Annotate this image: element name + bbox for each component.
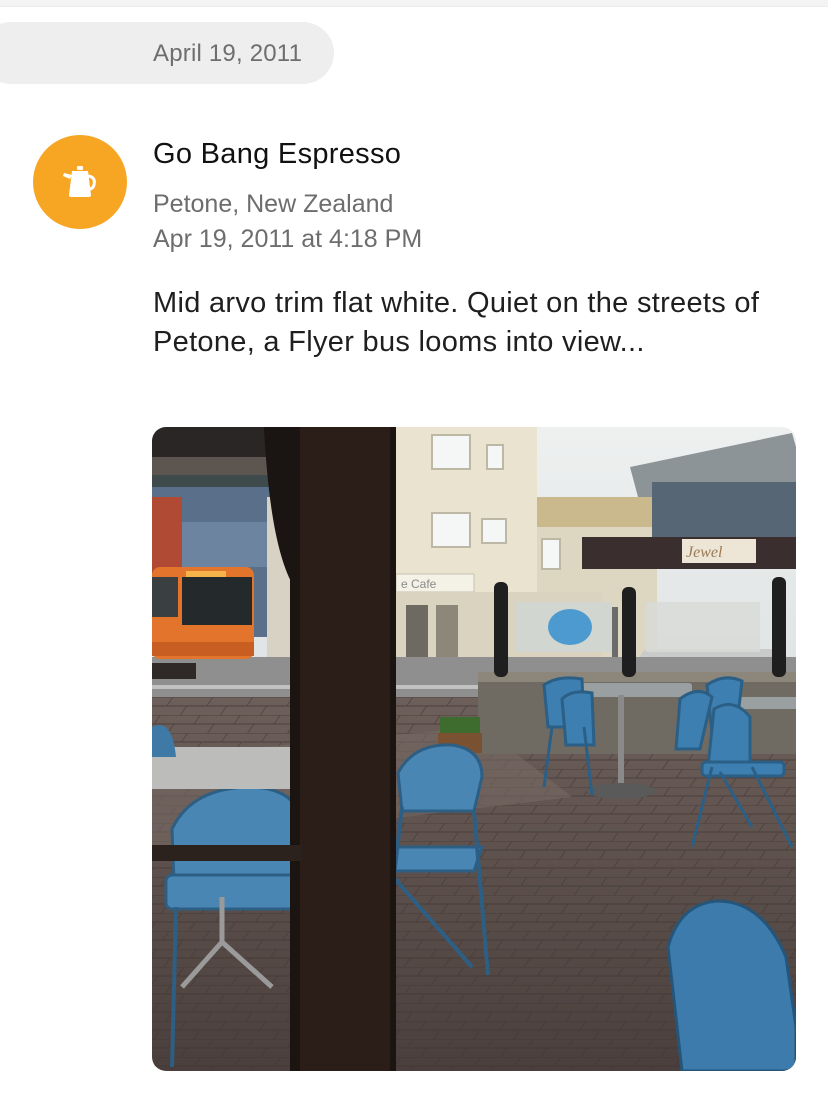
coffee-pot-icon (63, 166, 96, 197)
date-header: April 19, 2011 (0, 22, 334, 84)
venue-name-link[interactable]: Go Bang Espresso (153, 138, 401, 171)
venue-location: Petone, New Zealand (153, 190, 394, 218)
checkin-shout: Mid arvo trim flat white. Quiet on the s… (153, 287, 760, 358)
photo-scene: e Cafe Jewel (152, 427, 796, 1071)
checkin-timestamp: Apr 19, 2011 at 4:18 PM (153, 225, 423, 253)
cafe-sign-text: e Cafe (401, 577, 437, 591)
venue-category-avatar[interactable] (33, 135, 127, 229)
date-header-label: April 19, 2011 (153, 40, 303, 67)
top-divider (0, 0, 828, 7)
checkin-photo[interactable]: e Cafe Jewel (152, 427, 796, 1071)
jewel-sign-text: Jewel (686, 544, 723, 561)
